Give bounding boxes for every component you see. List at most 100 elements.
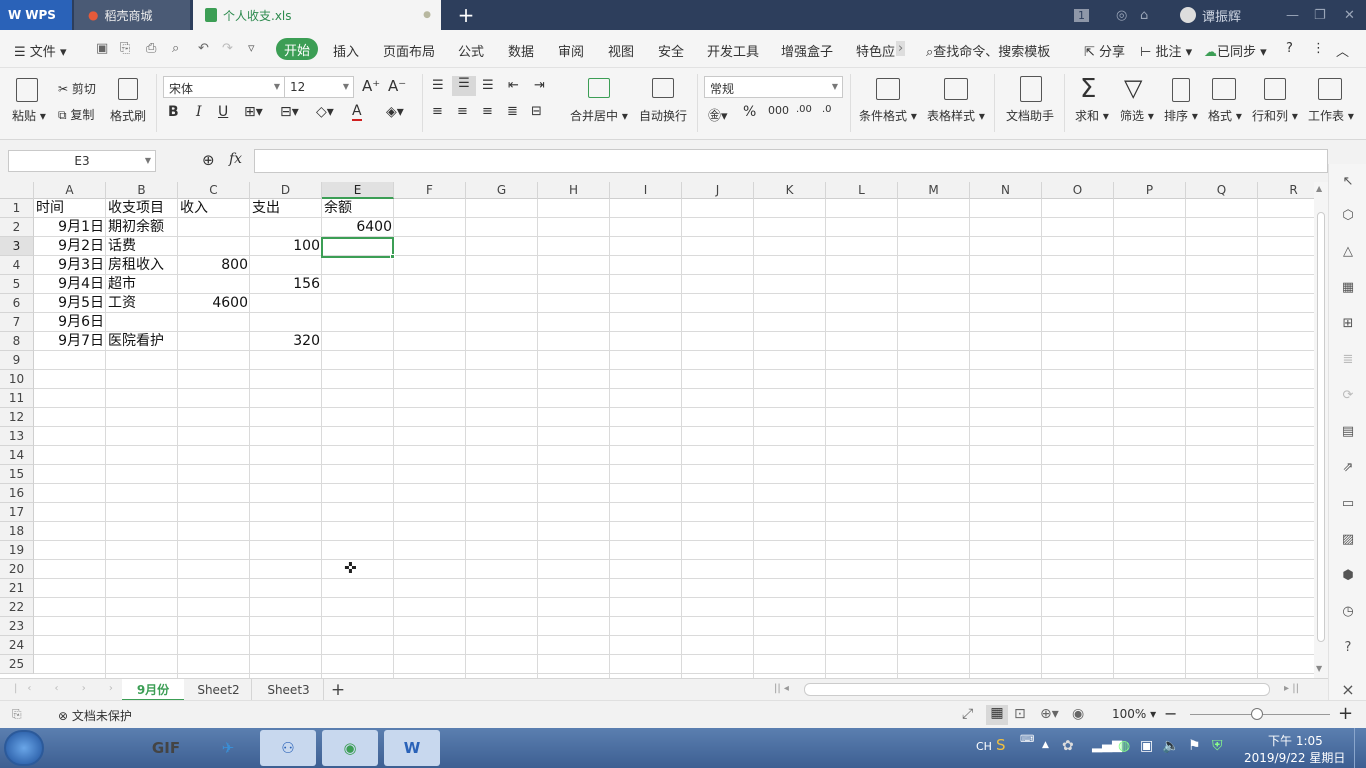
picture-icon[interactable]: ▨ — [1339, 532, 1357, 550]
new-tab-button[interactable]: + — [452, 0, 480, 30]
shapes-icon[interactable]: ⬡ — [1339, 208, 1357, 226]
income-cell[interactable]: 800 — [178, 256, 250, 275]
zoom-slider-thumb[interactable] — [1251, 708, 1263, 720]
merge-style-icon[interactable]: ⊟▾ — [280, 104, 299, 120]
file-tab[interactable]: 个人收支.xls ● — [193, 0, 441, 30]
distributed-icon[interactable]: ⊟ — [531, 104, 542, 119]
border-icon[interactable]: ⊞▾ — [244, 104, 263, 120]
indent-increase-icon[interactable]: ⇥ — [534, 78, 545, 93]
select-pointer-icon[interactable]: ↖ — [1339, 174, 1357, 192]
item-cell[interactable]: 工资 — [106, 294, 178, 313]
export-icon[interactable]: ⎘ — [120, 41, 130, 56]
row-header-13[interactable]: 13 — [0, 427, 34, 446]
sum-button[interactable]: 求和 ▾ — [1075, 107, 1109, 124]
faded-tool-icon[interactable]: ≣ — [1339, 352, 1357, 370]
bold-icon[interactable]: B — [168, 104, 179, 120]
filter-icon[interactable]: ▽ — [1124, 74, 1142, 102]
column-header-m[interactable]: M — [898, 182, 970, 199]
increase-decimal-icon[interactable]: .00 — [796, 104, 812, 115]
conditional-format-icon[interactable] — [876, 78, 900, 100]
horizontal-scroll-thumb[interactable] — [804, 683, 1270, 696]
header-cell[interactable]: 支出 — [250, 199, 322, 218]
wps-home-tab[interactable]: W WPS — [0, 0, 72, 30]
hscroll-left-icon[interactable]: || ◂ — [774, 683, 789, 694]
paste-icon[interactable] — [16, 78, 38, 102]
eye-protection-icon[interactable]: ◉ — [1072, 706, 1084, 722]
grid-view-icon[interactable]: ⊞ — [1339, 316, 1357, 334]
column-header-r[interactable]: R — [1258, 182, 1314, 199]
select-all-corner[interactable] — [0, 182, 34, 199]
align-bottom-icon[interactable]: ☰ — [482, 78, 494, 93]
menu-tab-features[interactable]: 特色应 — [856, 41, 895, 60]
row-header-5[interactable]: 5 — [0, 275, 34, 294]
device-icon[interactable]: ▣ — [1140, 738, 1153, 754]
column-header-i[interactable]: I — [610, 182, 682, 199]
date-cell[interactable]: 9月2日 — [34, 237, 106, 256]
fx-button[interactable]: fx — [229, 151, 242, 167]
spreadsheet-grid[interactable]: ABCDEFGHIJKLMNOPQR 1 2 3 4 5 6 7 8 9 10 11 12 13 14 15… — [0, 182, 1314, 678]
menu-tab-data[interactable]: 数据 — [508, 41, 534, 60]
percent-icon[interactable]: % — [743, 104, 756, 120]
income-cell[interactable]: 4600 — [178, 294, 250, 313]
add-sheet-icon[interactable]: + — [328, 679, 348, 701]
sheet-tab[interactable]: Sheet2 — [186, 679, 252, 701]
zoom-in-icon[interactable]: + — [1338, 703, 1353, 724]
tray-app-icon[interactable]: ✿ — [1062, 738, 1074, 754]
row-header-24[interactable]: 24 — [0, 636, 34, 655]
sheet-tab-active[interactable]: 9月份 — [122, 679, 184, 701]
doc-assistant-icon[interactable] — [1020, 76, 1042, 102]
page-break-view-icon[interactable]: ⊡ — [1014, 706, 1026, 722]
undo-icon[interactable]: ↶ — [198, 41, 209, 56]
format-icon[interactable] — [1212, 78, 1236, 100]
column-header-o[interactable]: O — [1042, 182, 1114, 199]
row-header-7[interactable]: 7 — [0, 313, 34, 332]
clock-time[interactable]: 下午 1:05 — [1268, 732, 1323, 749]
row-header-9[interactable]: 9 — [0, 351, 34, 370]
item-cell[interactable]: 医院看护 — [106, 332, 178, 351]
clock-date[interactable]: 2019/9/22 星期日 — [1244, 749, 1345, 766]
help-icon[interactable]: ? — [1286, 41, 1293, 56]
image-gallery-icon[interactable]: ▤ — [1339, 424, 1357, 442]
sync-button[interactable]: ☁已同步 ▾ — [1204, 41, 1267, 60]
format-button[interactable]: 格式 ▾ — [1208, 107, 1242, 124]
row-header-11[interactable]: 11 — [0, 389, 34, 408]
font-size-select[interactable]: 12 ▼ — [284, 76, 354, 98]
shield-tray-icon[interactable]: ⛨ — [1212, 738, 1223, 754]
row-header-23[interactable]: 23 — [0, 617, 34, 636]
column-header-k[interactable]: K — [754, 182, 826, 199]
number-format-select[interactable]: 常规 ▼ — [704, 76, 843, 98]
sum-icon[interactable]: Σ — [1080, 74, 1096, 104]
align-right-icon[interactable]: ≡ — [482, 104, 493, 119]
decrease-font-icon[interactable]: A⁻ — [388, 77, 406, 95]
fill-handle[interactable] — [390, 254, 395, 259]
column-header-h[interactable]: H — [538, 182, 610, 199]
save-icon[interactable]: ▣ — [96, 41, 108, 56]
comment-button[interactable]: ⊢ 批注 ▾ — [1140, 41, 1192, 60]
quick-access-dropdown-icon[interactable]: ▿ — [248, 41, 255, 56]
column-header-n[interactable]: N — [970, 182, 1042, 199]
page-indicator[interactable]: 1 — [1074, 0, 1089, 30]
worksheet-button[interactable]: 工作表 ▾ — [1308, 107, 1354, 124]
restore-icon[interactable]: ❐ — [1314, 0, 1326, 30]
wps-app-icon[interactable]: W — [384, 730, 440, 766]
sheet-tab[interactable]: Sheet3 — [254, 679, 324, 701]
show-desktop-button[interactable] — [1354, 728, 1366, 768]
paper-plane-app-icon[interactable]: ✈ — [200, 730, 256, 766]
format-painter-icon[interactable] — [118, 78, 138, 100]
decrease-decimal-icon[interactable]: .0 — [822, 104, 832, 115]
date-cell[interactable]: 9月7日 — [34, 332, 106, 351]
date-cell[interactable]: 9月1日 — [34, 218, 106, 237]
merge-center-icon[interactable] — [588, 78, 610, 98]
more-icon[interactable]: ⋮ — [1312, 41, 1325, 56]
menu-tab-page-layout[interactable]: 页面布局 — [383, 41, 435, 60]
font-name-select[interactable]: 宋体 ▼ — [163, 76, 285, 98]
row-header-6[interactable]: 6 — [0, 294, 34, 313]
column-header-d[interactable]: D — [250, 182, 322, 199]
vertical-scrollbar[interactable]: ▲ ▼ — [1314, 182, 1328, 678]
date-cell[interactable]: 9月5日 — [34, 294, 106, 313]
menu-tab-security[interactable]: 安全 — [658, 41, 684, 60]
column-header-c[interactable]: C — [178, 182, 250, 199]
row-header-1[interactable]: 1 — [0, 199, 34, 218]
row-header-16[interactable]: 16 — [0, 484, 34, 503]
row-header-15[interactable]: 15 — [0, 465, 34, 484]
